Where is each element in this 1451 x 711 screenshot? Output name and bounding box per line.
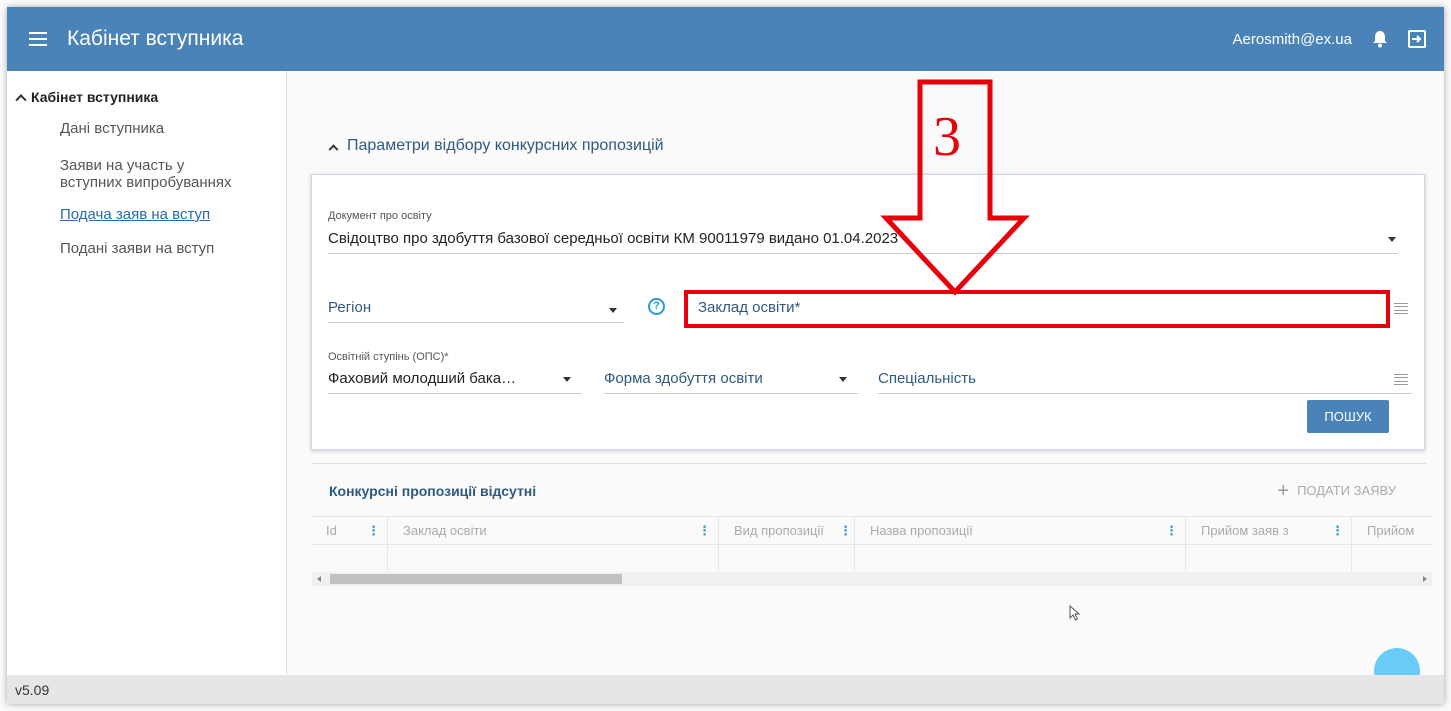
chevron-up-icon (328, 143, 339, 154)
submit-application-button[interactable]: + ПОДАТИ ЗАЯВУ (1277, 479, 1396, 502)
user-email[interactable]: Aerosmith@ex.ua (1233, 31, 1352, 48)
section-title: Параметри відбору конкурсних пропозицій (347, 137, 664, 154)
column-menu-icon[interactable]: ⋮ (367, 517, 380, 544)
sidebar-heading-label: Кабінет вступника (31, 89, 159, 105)
column-header-accept-to[interactable]: Прийом (1352, 517, 1432, 544)
table-cell (388, 545, 719, 572)
column-header-label: Заклад освіти (403, 523, 487, 538)
column-header-label: Прийом (1367, 523, 1415, 538)
table-cell (1352, 545, 1432, 572)
degree-field-label: Освітній ступінь (ОПС)* (328, 351, 449, 363)
app-window: Кабінет вступника Aerosmith@ex.ua Кабіне… (7, 7, 1444, 704)
sidebar-item-submit-applications[interactable]: Подача заяв на вступ (60, 206, 210, 223)
header-actions: Aerosmith@ex.ua (1233, 7, 1426, 71)
column-menu-icon[interactable]: ⋮ (1165, 517, 1178, 544)
sidebar-item-submitted-applications[interactable]: Подані заяви на вступ (60, 240, 214, 257)
bell-icon[interactable] (1372, 30, 1388, 48)
scrollbar-thumb[interactable] (330, 574, 622, 584)
column-header-offer-type[interactable]: Вид пропозиції ⋮ (719, 517, 855, 544)
chevron-down-icon[interactable] (609, 308, 617, 313)
horizontal-scrollbar[interactable] (312, 572, 1432, 586)
annotation-step-number: 3 (933, 106, 961, 168)
results-table: Id ⋮ Заклад освіти ⋮ Вид пропозиції ⋮ Назва… (312, 516, 1432, 573)
scroll-left-icon[interactable] (317, 576, 321, 582)
column-header-label: Прийом заяв з (1201, 523, 1289, 538)
column-header-label: Id (326, 523, 337, 538)
specialty-input[interactable]: Спеціальність (878, 370, 976, 387)
section-divider (312, 463, 1426, 464)
plus-icon: + (1277, 479, 1290, 502)
study-form-underline (604, 393, 858, 394)
table-cell (1186, 545, 1352, 572)
chevron-down-icon[interactable] (563, 377, 571, 382)
logout-icon[interactable] (1408, 30, 1426, 48)
sidebar-item-label: Заяви на участь у (60, 157, 185, 174)
app-title: Кабінет вступника (67, 27, 244, 50)
sidebar-heading[interactable]: Кабінет вступника (15, 89, 159, 106)
filters-section-toggle[interactable]: Параметри відбору конкурсних пропозицій (328, 137, 664, 155)
results-title: Конкурсні пропозиції відсутні (329, 483, 537, 499)
footer-bar: v5.09 (7, 675, 1444, 704)
filters-panel: Документ про освіту Свідоцтво про здобут… (311, 174, 1425, 450)
scroll-right-icon[interactable] (1423, 576, 1427, 582)
top-app-bar: Кабінет вступника Aerosmith@ex.ua (7, 7, 1444, 71)
list-icon[interactable] (1394, 303, 1408, 314)
column-header-label: Назва пропозиції (870, 523, 973, 538)
column-header-label: Вид пропозиції (734, 523, 824, 538)
hamburger-menu-icon[interactable] (29, 32, 47, 46)
column-menu-icon[interactable]: ⋮ (1331, 517, 1344, 544)
search-button[interactable]: ПОШУК (1307, 400, 1389, 433)
sidebar-item-applicant-data[interactable]: Дані вступника (60, 120, 164, 137)
chevron-down-icon[interactable] (839, 377, 847, 382)
column-menu-icon[interactable]: ⋮ (839, 517, 852, 544)
region-select[interactable]: Регіон (328, 299, 371, 316)
degree-underline (328, 393, 582, 394)
mouse-cursor-icon (1069, 605, 1081, 621)
table-cell (855, 545, 1186, 572)
submit-application-label: ПОДАТИ ЗАЯВУ (1297, 483, 1396, 498)
table-cell (719, 545, 855, 572)
document-underline (328, 253, 1398, 254)
sidebar-item-exam-applications[interactable]: Заяви на участь у вступних випробуваннях (60, 157, 232, 191)
column-header-offer-name[interactable]: Назва пропозиції ⋮ (855, 517, 1186, 544)
table-header-row: Id ⋮ Заклад освіти ⋮ Вид пропозиції ⋮ Назва… (312, 517, 1432, 545)
specialty-underline (878, 393, 1412, 394)
column-header-institution[interactable]: Заклад освіти ⋮ (388, 517, 719, 544)
chevron-up-icon (15, 94, 27, 106)
chevron-down-icon[interactable] (1388, 237, 1396, 242)
sidebar: Кабінет вступника Дані вступника Заяви н… (7, 71, 287, 675)
sidebar-item-label: вступних випробуваннях (60, 174, 232, 191)
app-version: v5.09 (15, 681, 50, 698)
column-menu-icon[interactable]: ⋮ (698, 517, 711, 544)
document-select[interactable]: Свідоцтво про здобуття базової середньої… (328, 230, 898, 247)
column-header-accept-from[interactable]: Прийом заяв з ⋮ (1186, 517, 1352, 544)
region-underline (328, 322, 624, 323)
study-form-select[interactable]: Форма здобуття освіти (604, 370, 763, 387)
document-field-label: Документ про освіту (328, 210, 432, 222)
list-icon[interactable] (1394, 374, 1408, 385)
table-row (312, 545, 1432, 573)
table-cell (312, 545, 388, 572)
degree-select[interactable]: Фаховий молодший бака… (328, 370, 516, 387)
help-icon[interactable]: ? (648, 298, 665, 315)
column-header-id[interactable]: Id ⋮ (312, 517, 388, 544)
